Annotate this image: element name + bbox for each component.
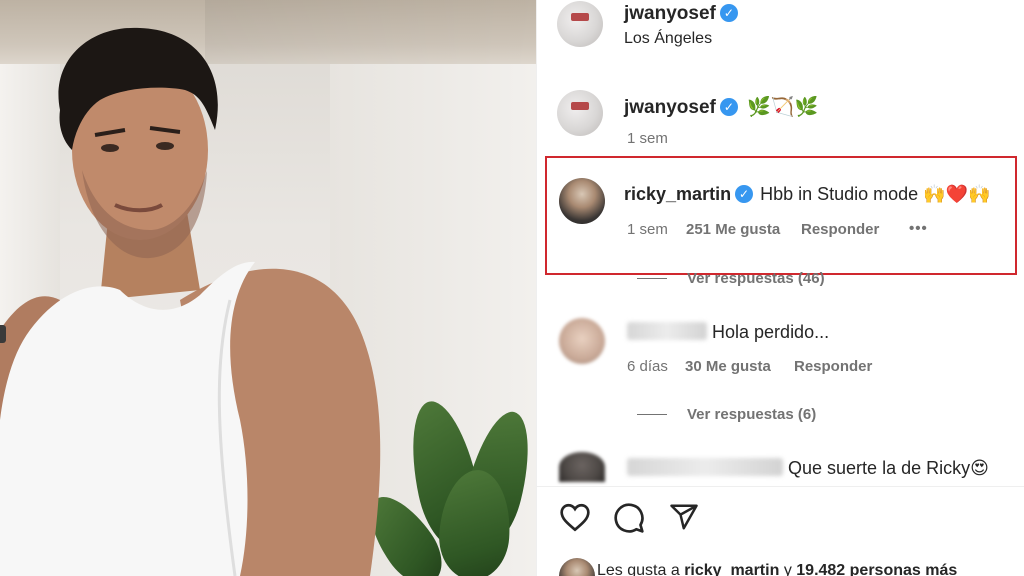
liker-avatar[interactable] <box>559 558 595 576</box>
share-icon[interactable] <box>668 502 700 532</box>
likes-count[interactable]: 19.482 personas más <box>796 562 957 576</box>
comment-avatar[interactable] <box>559 318 605 364</box>
comments-panel: jwanyosef ✓ Los Ángeles jwanyosef ✓ 🌿🏹🌿 1 … <box>536 0 1024 576</box>
author-avatar[interactable] <box>557 1 603 47</box>
caption-username[interactable]: jwanyosef <box>624 97 716 118</box>
likes-user[interactable]: ricky_martin <box>684 562 779 576</box>
post-photo <box>0 0 536 576</box>
caption-text: 🌿🏹🌿 <box>747 97 819 118</box>
comment-text: Hola perdido... <box>712 322 830 342</box>
verified-icon: ✓ <box>719 98 738 116</box>
comment-username[interactable]: ricky_martin <box>624 184 731 204</box>
verified-icon: ✓ <box>735 185 754 203</box>
comment-time: 6 días <box>627 358 668 375</box>
redacted-username <box>627 458 783 476</box>
comment-row: Que suerte la de Ricky😍 <box>627 458 989 479</box>
likes-summary: Les gusta a ricky_martin y 19.482 person… <box>597 562 957 576</box>
likes-prefix: Les gusta a <box>597 562 680 576</box>
view-replies-button[interactable]: Ver respuestas (46) <box>687 270 825 287</box>
caption-time: 1 sem <box>627 130 668 147</box>
comment-icon[interactable] <box>613 502 645 534</box>
highlight-box <box>545 156 1017 275</box>
redacted-username <box>627 322 707 340</box>
author-username-text[interactable]: jwanyosef <box>624 3 716 24</box>
comment-time: 1 sem <box>627 221 668 238</box>
view-replies-button[interactable]: Ver respuestas (6) <box>687 406 816 423</box>
replies-line <box>637 414 667 415</box>
post-location[interactable]: Los Ángeles <box>624 30 712 48</box>
person-illustration <box>0 27 381 576</box>
comment-row: Hola perdido... <box>627 322 829 343</box>
author-username[interactable]: jwanyosef ✓ <box>624 3 738 25</box>
comment-row: ricky_martin ✓ Hbb in Studio mode 🙌❤️🙌 <box>624 184 990 205</box>
caption-avatar[interactable] <box>557 90 603 136</box>
caption-row: jwanyosef ✓ 🌿🏹🌿 <box>624 95 818 119</box>
reply-button[interactable]: Responder <box>794 358 872 375</box>
more-options-icon[interactable]: ••• <box>909 220 928 237</box>
comment-likes[interactable]: 251 Me gusta <box>686 221 780 238</box>
comment-likes[interactable]: 30 Me gusta <box>685 358 771 375</box>
replies-line <box>637 278 667 279</box>
comment-text: Hbb in Studio mode 🙌❤️🙌 <box>760 184 991 204</box>
likes-middle: y <box>783 562 792 576</box>
verified-icon: ✓ <box>719 4 738 22</box>
heart-icon[interactable] <box>559 502 591 532</box>
comment-avatar[interactable] <box>559 178 605 224</box>
reply-button[interactable]: Responder <box>801 221 879 238</box>
comment-text: Que suerte la de Ricky😍 <box>788 458 989 478</box>
comment-avatar[interactable] <box>559 452 605 482</box>
carousel-edge <box>0 325 6 343</box>
divider <box>537 486 1024 487</box>
